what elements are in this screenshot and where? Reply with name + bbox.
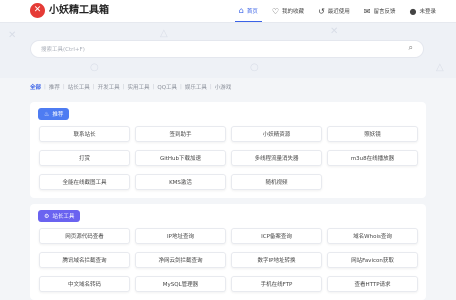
category-filter: 全部 | 推荐 | 站长工具 | 开发工具 | 实用工具 | QQ工具 | 娱乐工具 | 小游戏 [30, 82, 231, 92]
tool-button[interactable]: 手机在线FTP [231, 276, 322, 292]
tool-button[interactable]: KMS激活 [135, 174, 226, 190]
nav-item-label: 未登录 [419, 9, 436, 15]
category-5[interactable]: QQ工具 [157, 83, 177, 91]
section-title: 推荐 [52, 112, 64, 118]
flame-icon: ♨ [44, 110, 50, 118]
nav-item-label: 我的收藏 [282, 9, 305, 15]
category-2[interactable]: 站长工具 [68, 83, 90, 91]
search-input[interactable] [39, 43, 403, 57]
logo-icon: ✕ [30, 3, 45, 18]
nav-item-0[interactable]: ⌂ 首页 [234, 0, 262, 22]
tool-button[interactable]: 全能在线截图工具 [39, 174, 130, 190]
tool-button[interactable]: 小妖精资源 [231, 126, 322, 142]
tool-button[interactable]: 照妖镜 [327, 126, 418, 142]
main-nav: ⌂ 首页 ♡ 我的收藏 ↺ 最近使用 ✉ 留言反馈 ● 未登录 [229, 0, 440, 22]
tool-button[interactable]: 域名Whois查询 [327, 228, 418, 244]
nav-item-label: 首页 [246, 8, 258, 15]
search-icon[interactable]: ⌕ [409, 43, 413, 53]
category-divider: | [152, 84, 155, 90]
category-7[interactable]: 小游戏 [215, 83, 232, 91]
tool-button[interactable]: IP地址查询 [135, 228, 226, 244]
tool-button[interactable]: GitHub下载加速 [135, 150, 226, 166]
category-0[interactable]: 全部 [30, 83, 41, 91]
category-divider: | [92, 84, 95, 90]
nav-item-label: 最近使用 [327, 9, 350, 15]
category-4[interactable]: 实用工具 [128, 83, 150, 91]
section-tag-webmaster-tools: ⚙ 站长工具 [38, 210, 81, 222]
category-1[interactable]: 推荐 [49, 83, 60, 91]
tool-button[interactable]: 净网云剑拦截查询 [135, 252, 226, 268]
nav-item-3[interactable]: ✉ 留言反馈 [360, 0, 400, 22]
tool-button[interactable]: 打赏 [39, 150, 130, 166]
category-6[interactable]: 娱乐工具 [185, 83, 207, 91]
home-icon: ⌂ [238, 6, 244, 15]
category-divider: | [209, 84, 212, 90]
site-logo[interactable]: ✕ 小妖精工具箱 [30, 3, 109, 18]
section-recommended: ♨ 推荐 联系站长 签到助手 小妖精资源 照妖镜打赏 GitHub下载加速 多线程流量消失… [30, 102, 426, 198]
category-divider: | [62, 84, 65, 90]
category-divider: | [44, 84, 46, 90]
tool-button[interactable]: 中文域名转码 [39, 276, 130, 292]
gear-icon: ⚙ [44, 212, 50, 220]
section-tag-recommended: ♨ 推荐 [38, 108, 70, 120]
user-icon: ● [409, 6, 417, 16]
top-navigation-bar: ✕ 小妖精工具箱 ⌂ 首页 ♡ 我的收藏 ↺ 最近使用 ✉ 留言反馈 ● 未登录 [0, 0, 456, 23]
search-bar: ⌕ [30, 40, 424, 58]
category-divider: | [122, 84, 125, 90]
heart-icon: ♡ [271, 6, 280, 16]
tool-button[interactable]: 网站Favicon获取 [327, 252, 418, 268]
tool-button[interactable]: 查看HTTP请求 [327, 276, 418, 292]
site-title: 小妖精工具箱 [49, 5, 109, 16]
nav-item-1[interactable]: ♡ 我的收藏 [268, 0, 308, 22]
tool-button[interactable]: MySQL管理器 [135, 276, 226, 292]
nav-item-4[interactable]: ● 未登录 [406, 0, 441, 22]
nav-item-label: 留言反馈 [373, 9, 396, 15]
section-webmaster-tools: ⚙ 站长工具 网页源代码查看 IP地址查询 ICP备案查询 域名Whois查询腾讯域名… [30, 204, 426, 300]
tool-button[interactable]: 数字IP地址转换 [231, 252, 322, 268]
tool-button[interactable]: 联系站长 [39, 126, 130, 142]
history-icon: ↺ [318, 6, 325, 16]
tool-button[interactable]: 腾讯域名拦截查询 [39, 252, 130, 268]
category-3[interactable]: 开发工具 [98, 83, 120, 91]
tool-button[interactable]: 网页源代码查看 [39, 228, 130, 244]
message-icon: ✉ [363, 6, 371, 16]
tool-button[interactable]: 签到助手 [135, 126, 226, 142]
tool-button[interactable]: 多线程流量消失器 [231, 150, 322, 166]
section-title: 站长工具 [52, 214, 75, 220]
tool-button[interactable]: m3u8在线播放器 [327, 150, 418, 166]
nav-item-2[interactable]: ↺ 最近使用 [314, 0, 354, 22]
tool-button[interactable]: ICP备案查询 [231, 228, 322, 244]
tool-button[interactable]: 随机视频 [231, 174, 322, 190]
category-divider: | [180, 84, 182, 90]
